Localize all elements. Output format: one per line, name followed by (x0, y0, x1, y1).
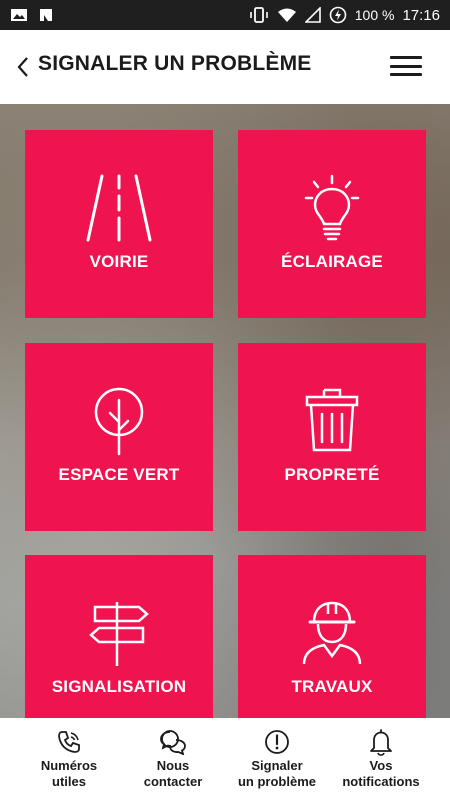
nav-nous-contacter[interactable]: Nous contacter (121, 718, 225, 800)
nav-label: Numéros utiles (40, 758, 98, 789)
road-icon (25, 172, 213, 244)
tile-label: PROPRETÉ (284, 465, 380, 484)
vibrate-icon (249, 6, 269, 24)
image-notification-icon (10, 7, 28, 23)
nav-numeros-utiles[interactable]: Numéros utiles (17, 718, 121, 800)
nav-label: Signaler un problème (237, 758, 316, 789)
status-bar: 100 % 17:16 (0, 0, 450, 30)
tile-label: SIGNALISATION (51, 677, 187, 696)
tile-label: ESPACE VERT (58, 465, 180, 484)
tile-voirie[interactable]: VOIRIE (25, 130, 213, 318)
category-grid: VOIRIE ÉCLAIRAGE ESPACE VERT PROPRETÉ SI… (0, 104, 450, 718)
menu-line (390, 56, 422, 59)
bottom-navigation: Numéros utiles Nous contacter Signaler u… (0, 718, 450, 800)
signpost-icon (25, 597, 213, 669)
tile-espace-vert[interactable]: ESPACE VERT (25, 343, 213, 531)
signal-icon (304, 7, 321, 23)
battery-saver-icon (329, 6, 347, 24)
battery-percentage: 100 % (354, 7, 395, 23)
lightbulb-icon (238, 172, 426, 244)
phone-icon (56, 728, 82, 756)
tile-eclairage[interactable]: ÉCLAIRAGE (238, 130, 426, 318)
tile-signalisation[interactable]: SIGNALISATION (25, 555, 213, 718)
alert-circle-icon (264, 728, 290, 756)
menu-line (390, 64, 422, 68)
back-button[interactable] (12, 54, 34, 80)
tile-label: VOIRIE (89, 252, 149, 271)
worker-helmet-icon (238, 597, 426, 669)
nav-label: Vos notifications (342, 758, 420, 789)
nav-label: Nous contacter (143, 758, 203, 789)
tile-label: TRAVAUX (291, 677, 373, 696)
app-header: SIGNALER UN PROBLÈME (0, 30, 450, 104)
tile-label: ÉCLAIRAGE (281, 252, 383, 271)
chat-bubbles-icon (159, 728, 187, 756)
hamburger-menu-button[interactable] (390, 52, 422, 80)
clock: 17:16 (402, 6, 440, 24)
tile-travaux[interactable]: TRAVAUX (238, 555, 426, 718)
nav-signaler-un-probleme[interactable]: Signaler un problème (225, 718, 329, 800)
menu-line (390, 73, 422, 76)
nav-vos-notifications[interactable]: Vos notifications (329, 718, 433, 800)
bell-icon (368, 728, 394, 756)
wifi-icon (277, 7, 297, 23)
chevron-left-icon (17, 57, 28, 77)
page-title: SIGNALER UN PROBLÈME (38, 52, 312, 75)
n-app-notification-icon (38, 7, 54, 23)
tree-icon (25, 385, 213, 457)
tile-proprete[interactable]: PROPRETÉ (238, 343, 426, 531)
trash-icon (238, 385, 426, 457)
